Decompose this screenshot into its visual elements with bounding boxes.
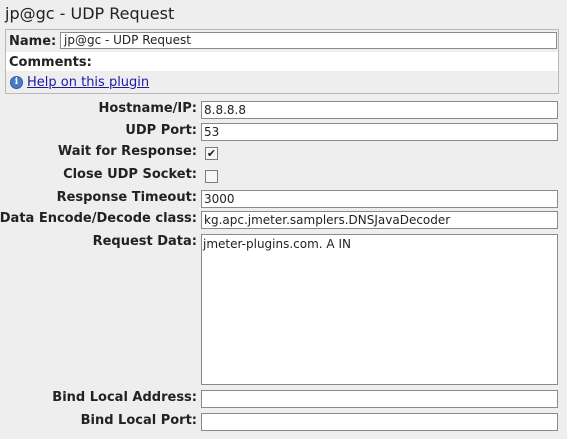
help-link[interactable]: Help on this plugin bbox=[27, 75, 149, 90]
hostname-input[interactable]: 8.8.8.8 bbox=[201, 101, 558, 119]
close-socket-label: Close UDP Socket: bbox=[63, 167, 197, 182]
name-label: Name: bbox=[9, 34, 57, 49]
comments-field[interactable]: Comments: bbox=[6, 52, 558, 71]
name-comments-panel: Name: jp@gc - UDP Request Comments: i He… bbox=[5, 29, 559, 94]
bind-address-input[interactable] bbox=[201, 390, 558, 408]
name-input[interactable]: jp@gc - UDP Request bbox=[60, 32, 557, 49]
wait-response-label: Wait for Response: bbox=[57, 144, 197, 159]
bind-port-label: Bind Local Port: bbox=[80, 413, 197, 428]
udp-port-input[interactable]: 53 bbox=[201, 123, 558, 141]
close-socket-checkbox[interactable] bbox=[205, 170, 218, 183]
response-timeout-input[interactable]: 3000 bbox=[201, 190, 558, 208]
udp-port-label: UDP Port: bbox=[125, 123, 197, 138]
name-row: Name: jp@gc - UDP Request bbox=[9, 32, 557, 50]
info-icon: i bbox=[10, 76, 23, 89]
hostname-label: Hostname/IP: bbox=[98, 101, 197, 116]
bind-address-label: Bind Local Address: bbox=[52, 390, 197, 405]
page-title: jp@gc - UDP Request bbox=[5, 4, 175, 23]
encode-class-input[interactable]: kg.apc.jmeter.samplers.DNSJavaDecoder bbox=[201, 211, 558, 229]
request-data-textarea[interactable]: jmeter-plugins.com. A IN bbox=[201, 234, 558, 385]
wait-response-checkbox[interactable]: ✔ bbox=[205, 147, 218, 160]
bind-port-input[interactable] bbox=[201, 413, 558, 431]
comments-label: Comments: bbox=[9, 55, 92, 70]
encode-class-label: Data Encode/Decode class: bbox=[0, 211, 197, 226]
response-timeout-label: Response Timeout: bbox=[56, 190, 197, 205]
request-data-label: Request Data: bbox=[92, 234, 197, 249]
